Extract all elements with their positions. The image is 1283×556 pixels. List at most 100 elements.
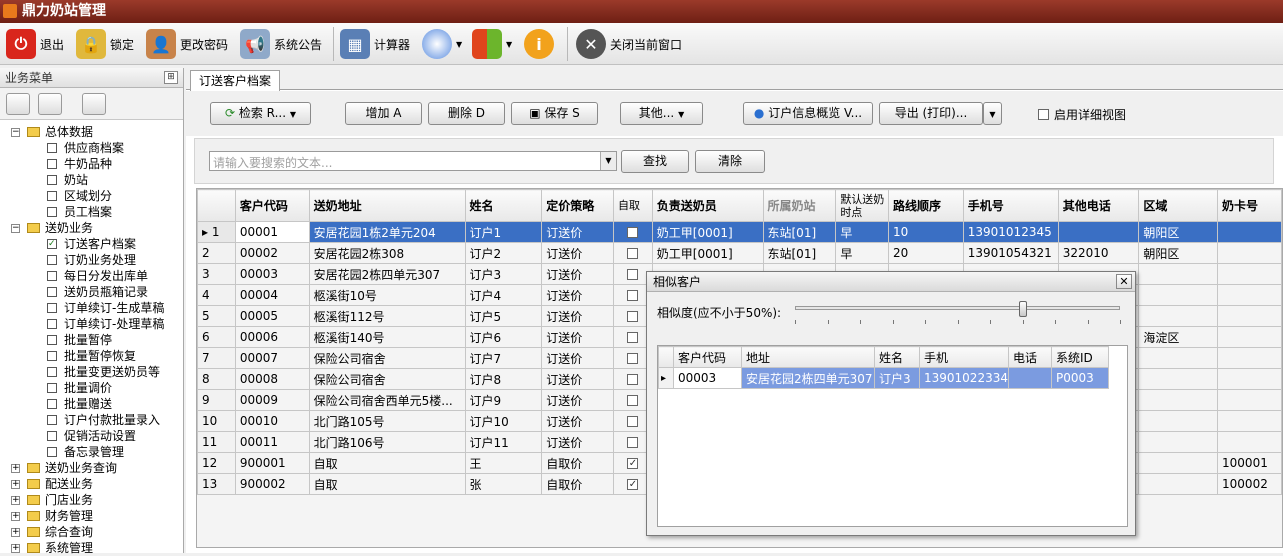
self-pickup-checkbox[interactable]: [627, 269, 639, 280]
cell-self[interactable]: [613, 242, 653, 264]
cell-name[interactable]: 订户10: [464, 410, 543, 432]
tree-item[interactable]: 备忘录管理: [0, 444, 184, 460]
self-pickup-checkbox[interactable]: [627, 416, 639, 427]
announcement-button[interactable]: 📢 系统公告: [240, 27, 322, 61]
tree-folder[interactable]: + 财务管理: [0, 508, 184, 524]
cell-courier[interactable]: 奶工甲[0001]: [651, 242, 764, 264]
tree-item[interactable]: 促销活动设置: [0, 428, 184, 444]
clear-button[interactable]: 清除: [695, 150, 765, 173]
self-pickup-checkbox[interactable]: [627, 227, 639, 238]
table-row[interactable]: ▸ 1 00001 安居花园1栋2单元204 订户1 订送价 奶工甲[0001] 东站[01…: [197, 221, 1282, 243]
close-window-button[interactable]: ✕ 关闭当前窗口: [576, 27, 682, 61]
cell-route[interactable]: 10: [887, 221, 964, 243]
dialog-close-button[interactable]: ✕: [1116, 274, 1132, 289]
query-button[interactable]: 查找: [621, 150, 689, 173]
cell-addr[interactable]: 柩溪街10号: [308, 284, 466, 306]
tree-item[interactable]: 区域划分: [0, 188, 184, 204]
column-header[interactable]: 姓名: [464, 189, 543, 222]
about-button[interactable]: i: [524, 27, 554, 61]
save-button[interactable]: ▣ 保存 S: [511, 102, 598, 125]
tree-folder[interactable]: + 配送业务: [0, 476, 184, 492]
cell-card[interactable]: [1217, 410, 1282, 432]
cell-area[interactable]: [1138, 263, 1219, 285]
tree-folder[interactable]: + 门店业务: [0, 492, 184, 508]
cell-phone[interactable]: 322010: [1057, 242, 1140, 264]
cell-code[interactable]: 900001: [234, 452, 310, 474]
column-header[interactable]: 手机号: [962, 189, 1059, 222]
similarity-slider-thumb[interactable]: [1018, 301, 1027, 317]
cell-mobile[interactable]: 13901054321: [962, 242, 1059, 264]
dialog-cell-name[interactable]: 订户3: [874, 367, 920, 389]
cell-price[interactable]: 订送价: [541, 284, 615, 306]
cell-card[interactable]: [1217, 263, 1282, 285]
cell-code[interactable]: 00001: [234, 221, 310, 243]
retrieve-button[interactable]: ⟳ 检索 R... ▼: [210, 102, 311, 125]
cell-addr[interactable]: 安居花园1栋2单元204: [308, 221, 466, 243]
cell-time[interactable]: 早: [835, 242, 889, 264]
cell-name[interactable]: 订户3: [464, 263, 543, 285]
expand-icon[interactable]: +: [11, 528, 20, 537]
tree-item[interactable]: 奶站: [0, 172, 184, 188]
tab-customer-archive[interactable]: 订送客户档案: [190, 70, 281, 91]
tree-item[interactable]: 批量暂停: [0, 332, 184, 348]
cell-addr[interactable]: 自取: [308, 452, 466, 474]
cell-station[interactable]: 东站[01]: [762, 221, 837, 243]
cell-card[interactable]: 100001: [1217, 452, 1282, 474]
cell-code[interactable]: 00007: [234, 347, 310, 369]
cell-addr[interactable]: 柩溪街140号: [308, 326, 466, 348]
collapse-icon[interactable]: −: [11, 224, 20, 233]
tree-item[interactable]: 员工档案: [0, 204, 184, 220]
dialog-cell-mobile[interactable]: 13901022334: [919, 367, 1009, 389]
cell-price[interactable]: 订送价: [541, 389, 615, 411]
cell-area[interactable]: [1138, 389, 1219, 411]
theme-button[interactable]: ▼: [422, 27, 462, 61]
tree-item[interactable]: 订单续订-生成草稿: [0, 300, 184, 316]
self-pickup-checkbox[interactable]: [627, 353, 639, 364]
cell-name[interactable]: 张: [464, 473, 543, 495]
dialog-table-row[interactable]: ▸ 00003 安居花园2栋四单元307 订户3 13901022334 P0003: [658, 367, 1109, 389]
cell-addr[interactable]: 保险公司宿舍: [308, 347, 466, 369]
tree-folder[interactable]: − 总体数据: [0, 124, 184, 140]
self-pickup-checkbox[interactable]: ✓: [627, 458, 639, 469]
cell-card[interactable]: [1217, 221, 1282, 243]
tree-item[interactable]: 牛奶品种: [0, 156, 184, 172]
expand-all-button[interactable]: [38, 93, 62, 115]
cell-price[interactable]: 订送价: [541, 410, 615, 432]
cell-area[interactable]: [1138, 347, 1219, 369]
cell-addr[interactable]: 自取: [308, 473, 466, 495]
cell-route[interactable]: 20: [887, 242, 964, 264]
cell-time[interactable]: 早: [835, 221, 889, 243]
cell-code[interactable]: 00002: [234, 242, 310, 264]
dialog-cell-sysid[interactable]: P0003: [1050, 367, 1109, 389]
cell-card[interactable]: [1217, 305, 1282, 327]
search-input[interactable]: 请输入要搜索的文本... ▼: [209, 151, 617, 171]
favorites-button[interactable]: [82, 93, 106, 115]
cell-name[interactable]: 订户2: [464, 242, 543, 264]
tree-folder[interactable]: + 系统管理: [0, 540, 184, 556]
self-pickup-checkbox[interactable]: [627, 374, 639, 385]
other-button[interactable]: 其他... ▼: [620, 102, 703, 125]
cell-area[interactable]: [1138, 305, 1219, 327]
tree-item[interactable]: ✓ 订送客户档案: [0, 236, 184, 252]
cell-addr[interactable]: 安居花园2栋四单元307: [308, 263, 466, 285]
column-header[interactable]: 客户代码: [234, 189, 310, 222]
cell-name[interactable]: 订户4: [464, 284, 543, 306]
tree-item[interactable]: 订户付款批量录入: [0, 412, 184, 428]
cell-name[interactable]: 王: [464, 452, 543, 474]
cell-card[interactable]: 100002: [1217, 473, 1282, 495]
cell-area[interactable]: 朝阳区: [1138, 242, 1219, 264]
cell-price[interactable]: 订送价: [541, 305, 615, 327]
self-pickup-checkbox[interactable]: [627, 437, 639, 448]
cell-price[interactable]: 订送价: [541, 431, 615, 453]
column-header[interactable]: 其他电话: [1057, 189, 1140, 222]
cell-card[interactable]: [1217, 347, 1282, 369]
cell-code[interactable]: 00009: [234, 389, 310, 411]
cell-addr[interactable]: 保险公司宿舍西单元5楼...: [308, 389, 466, 411]
tree-item[interactable]: 批量暂停恢复: [0, 348, 184, 364]
lock-button[interactable]: 🔒 锁定: [76, 27, 134, 61]
expand-icon[interactable]: +: [11, 496, 20, 505]
tree-item[interactable]: 批量赠送: [0, 396, 184, 412]
dialog-cell-code[interactable]: 00003: [673, 367, 742, 389]
cell-area[interactable]: [1138, 473, 1219, 495]
detail-view-checkbox[interactable]: [1038, 109, 1049, 120]
